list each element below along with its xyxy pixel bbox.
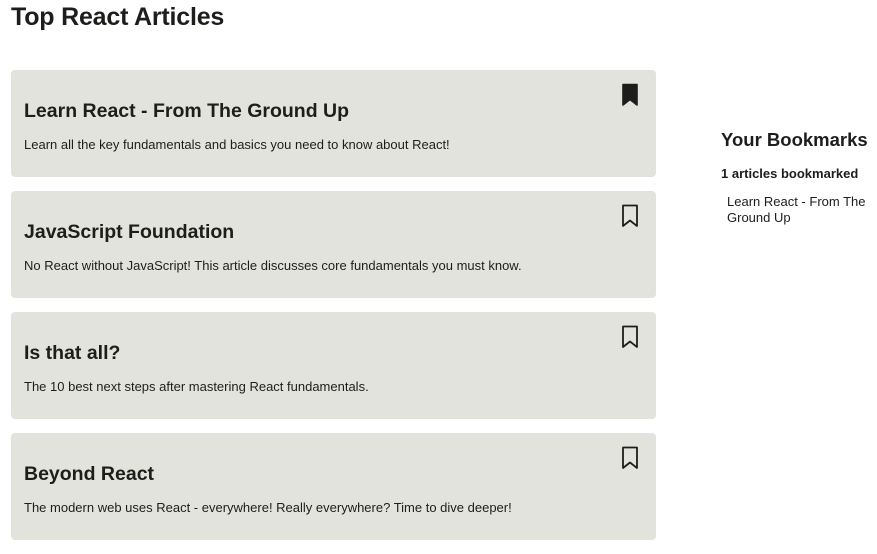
article-description: Learn all the key fundamentals and basic… bbox=[24, 137, 450, 152]
article-card: Is that all? The 10 best next steps afte… bbox=[11, 312, 656, 419]
bookmark-count: 1 articles bookmarked bbox=[721, 166, 859, 181]
bookmark-list: Learn React - From The Ground Up bbox=[721, 194, 871, 226]
article-card: Learn React - From The Ground Up Learn a… bbox=[11, 70, 656, 177]
bookmark-outline-icon bbox=[622, 325, 638, 348]
bookmark-button[interactable] bbox=[620, 325, 640, 349]
bookmark-filled-icon bbox=[622, 83, 638, 106]
bookmark-outline-icon bbox=[622, 204, 638, 227]
article-title: Beyond React bbox=[24, 463, 155, 485]
bookmark-button[interactable] bbox=[620, 204, 640, 228]
bookmark-button[interactable] bbox=[620, 446, 640, 470]
page-title: Top React Articles bbox=[11, 3, 225, 31]
article-title: JavaScript Foundation bbox=[24, 221, 235, 243]
article-description: The modern web uses React - everywhere! … bbox=[24, 500, 512, 515]
article-card: JavaScript Foundation No React without J… bbox=[11, 191, 656, 298]
article-title: Is that all? bbox=[24, 342, 121, 364]
bookmarks-sidebar: Your Bookmarks 1 articles bookmarked Lea… bbox=[721, 128, 871, 226]
article-card: Beyond React The modern web uses React -… bbox=[11, 433, 656, 540]
article-description: The 10 best next steps after mastering R… bbox=[24, 379, 369, 394]
article-title: Learn React - From The Ground Up bbox=[24, 100, 350, 122]
article-list: Learn React - From The Ground Up Learn a… bbox=[11, 70, 656, 554]
bookmark-outline-icon bbox=[622, 446, 638, 469]
bookmark-list-item[interactable]: Learn React - From The Ground Up bbox=[727, 194, 871, 226]
sidebar-title: Your Bookmarks bbox=[721, 129, 868, 150]
article-description: No React without JavaScript! This articl… bbox=[24, 258, 522, 273]
bookmark-button[interactable] bbox=[620, 83, 640, 107]
